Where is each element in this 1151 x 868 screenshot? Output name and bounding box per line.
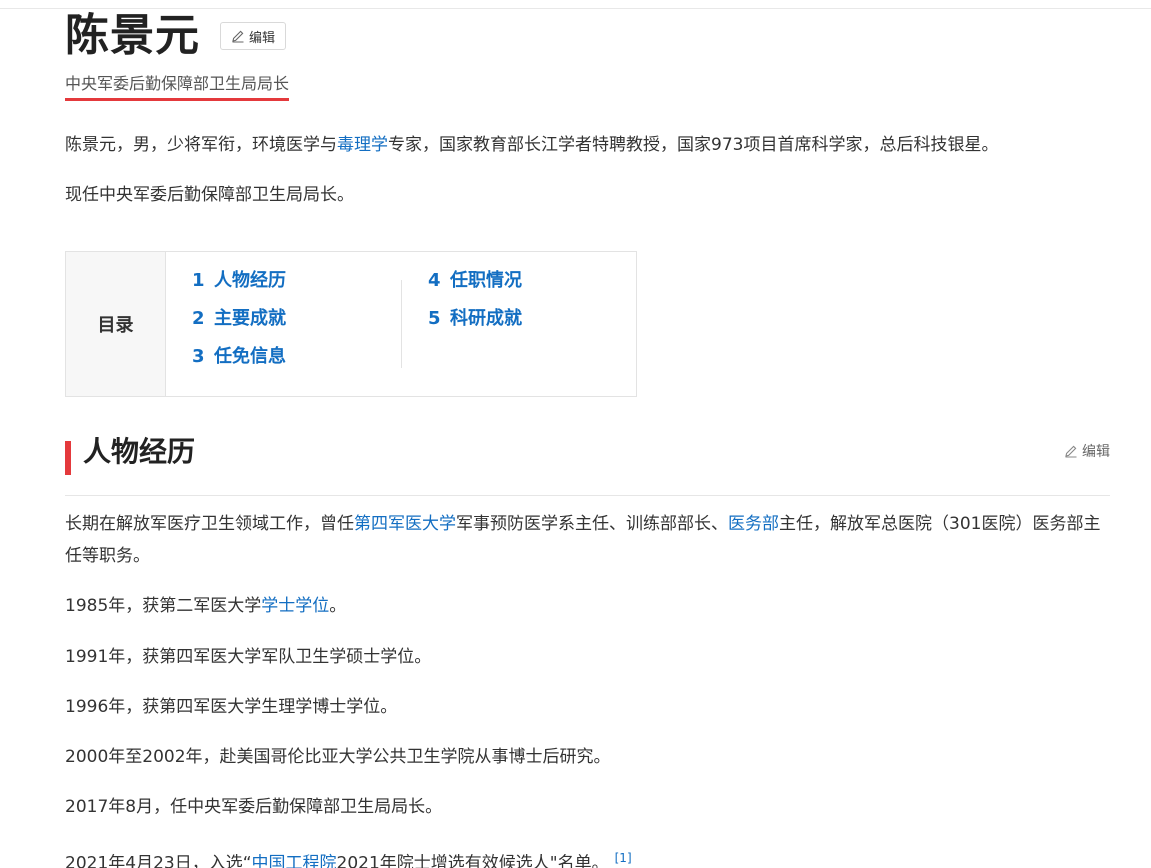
- edit-button-label: 编辑: [249, 30, 276, 46]
- summary-text: 陈景元，男，少将军衔，环境医学与: [65, 135, 337, 155]
- link-medical-affairs-department[interactable]: 医务部: [728, 514, 779, 534]
- link-chinese-academy-of-engineering[interactable]: 中国工程院: [252, 854, 337, 868]
- bio-text: 军事预防医学系主任、训练部部长、: [456, 514, 728, 534]
- bio-paragraph-3: 1991年，获第四军医大学军队卫生学硕士学位。: [65, 647, 432, 667]
- bio-text: 长期在解放军医疗卫生领域工作，曾任: [65, 514, 354, 534]
- toc-column-1: 1 人物经历 2 主要成就 3 任免信息: [192, 266, 286, 380]
- title-row: 陈景元 编辑: [65, 6, 287, 66]
- section-accent-bar: [65, 441, 71, 475]
- pencil-icon: [1064, 444, 1078, 458]
- pencil-icon: [231, 29, 245, 43]
- toc-item-label: 科研成就: [450, 308, 522, 329]
- toc-item-label: 主要成就: [214, 308, 286, 329]
- bio-paragraph-6: 2017年8月，任中央军委后勤保障部卫生局局长。: [65, 797, 443, 817]
- reference-link[interactable]: [1]: [615, 851, 632, 865]
- toc-item-5[interactable]: 5 科研成就: [428, 304, 522, 342]
- page-title: 陈景元: [65, 10, 200, 61]
- page-subtitle: 中央军委后勤保障部卫生局局长: [65, 72, 290, 101]
- toc-item-4[interactable]: 4 任职情况: [428, 266, 522, 304]
- bio-text: 2021年4月23日，入选“: [65, 853, 252, 868]
- bio-paragraph-4: 1996年，获第四军医大学生理学博士学位。: [65, 697, 398, 717]
- summary-paragraph-2: 现任中央军委后勤保障部卫生局局长。: [65, 185, 354, 205]
- toc-number: 2: [192, 308, 205, 329]
- toc-item-3[interactable]: 3 任免信息: [192, 342, 286, 380]
- bio-text: 。: [329, 596, 347, 616]
- bio-paragraph-1: 长期在解放军医疗卫生领域工作，曾任第四军医大学军事预防医学系主任、训练部部长、医…: [65, 508, 1110, 572]
- toc-number: 3: [192, 346, 205, 367]
- toc-number: 4: [428, 270, 441, 291]
- toc-label: 目录: [66, 252, 166, 396]
- bio-text: 2021年院士增选有效候选人"名单。: [336, 853, 609, 868]
- table-of-contents: 目录 1 人物经历 2 主要成就 3 任免信息 4 任职情况 5 科研成就: [65, 251, 637, 397]
- toc-item-label: 任职情况: [450, 270, 522, 291]
- section-edit-label: 编辑: [1082, 444, 1110, 460]
- toc-item-1[interactable]: 1 人物经历: [192, 266, 286, 304]
- bio-paragraph-2: 1985年，获第二军医大学学士学位。: [65, 590, 1110, 622]
- link-toxicology[interactable]: 毒理学: [337, 135, 388, 155]
- toc-item-label: 任免信息: [214, 346, 286, 367]
- toc-number: 1: [192, 270, 205, 291]
- bio-paragraph-7: 2021年4月23日，入选“中国工程院2021年院士增选有效候选人"名单。 [1]: [65, 842, 1110, 868]
- section-title: 人物经历: [83, 435, 196, 468]
- toc-column-2: 4 任职情况 5 科研成就: [428, 266, 522, 342]
- section-header: 人物经历 编辑: [65, 425, 1110, 496]
- summary-paragraph-1: 陈景元，男，少将军衔，环境医学与毒理学专家，国家教育部长江学者特聘教授，国家97…: [65, 129, 1110, 161]
- toc-item-label: 人物经历: [214, 270, 286, 291]
- link-fourth-military-medical-university[interactable]: 第四军医大学: [354, 514, 456, 534]
- link-bachelor-degree[interactable]: 学士学位: [261, 596, 329, 616]
- toc-divider: [401, 280, 402, 368]
- edit-button[interactable]: 编辑: [220, 22, 287, 50]
- bio-text: 1985年，获第二军医大学: [65, 596, 262, 616]
- toc-number: 5: [428, 308, 441, 329]
- section-edit-button[interactable]: 编辑: [1064, 441, 1110, 461]
- page: 陈景元 编辑 中央军委后勤保障部卫生局局长 陈景元，男，少将军衔，环境医学与毒理…: [0, 0, 1151, 868]
- summary-text: 专家，国家教育部长江学者特聘教授，国家973项目首席科学家，总后科技银星。: [388, 135, 999, 155]
- toc-item-2[interactable]: 2 主要成就: [192, 304, 286, 342]
- bio-paragraph-5: 2000年至2002年，赴美国哥伦比亚大学公共卫生学院从事博士后研究。: [65, 747, 611, 767]
